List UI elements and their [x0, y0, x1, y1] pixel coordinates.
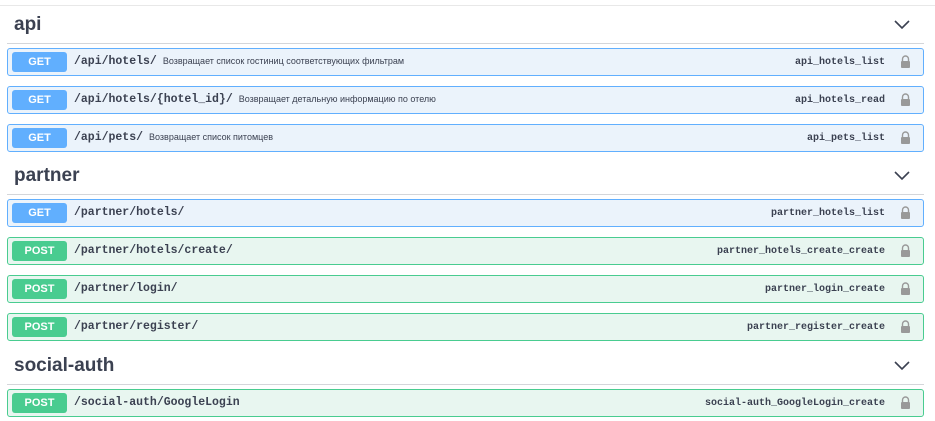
operation-id: partner_login_create [764, 284, 885, 295]
method-badge: POST [12, 317, 67, 337]
operation-path: /partner/register/ [74, 320, 199, 333]
section-social-auth: social-auth POST /social-auth/GoogleLogi… [7, 348, 924, 417]
operation-path: /partner/hotels/ [74, 206, 185, 219]
operation-partner-register-create[interactable]: POST /partner/register/ partner_register… [7, 313, 924, 341]
operation-id: partner_hotels_list [770, 208, 885, 219]
operation-path-row: /partner/hotels/ [74, 206, 184, 219]
section-title: partner [14, 165, 80, 186]
operation-api-hotels-list[interactable]: GET /api/hotels/Возвращает список гостин… [7, 48, 924, 76]
operation-id: social-auth_GoogleLogin_create [704, 398, 885, 409]
method-badge: GET [12, 52, 67, 72]
lock-icon[interactable] [900, 131, 911, 144]
operation-path-row: /api/hotels/Возвращает список гостиниц с… [74, 55, 404, 68]
operation-path: /api/hotels/ [74, 55, 157, 68]
operation-id: partner_hotels_create_create [716, 246, 885, 257]
method-badge: GET [12, 203, 67, 223]
lock-icon[interactable] [900, 320, 911, 333]
section-title: social-auth [14, 355, 115, 376]
section-title: api [14, 14, 42, 35]
lock-icon[interactable] [900, 282, 911, 295]
section-header-api[interactable]: api [7, 7, 924, 44]
lock-icon[interactable] [900, 206, 911, 219]
section-header-partner[interactable]: partner [7, 158, 924, 195]
operation-id: api_hotels_read [794, 95, 885, 106]
top-divider [0, 5, 935, 6]
operation-path: /api/hotels/{hotel_id}/ [74, 93, 233, 106]
operation-description: Возвращает детальную информацию по отелю [238, 94, 436, 104]
lock-icon[interactable] [900, 244, 911, 257]
method-badge: GET [12, 128, 67, 148]
operation-path: /api/pets/ [74, 131, 144, 144]
chevron-down-icon[interactable] [894, 361, 910, 371]
operation-path: /social-auth/GoogleLogin [74, 396, 240, 409]
lock-icon[interactable] [900, 396, 911, 409]
method-badge: POST [12, 279, 67, 299]
operation-partner-hotels-create[interactable]: POST /partner/hotels/create/ partner_hot… [7, 237, 924, 265]
chevron-down-icon[interactable] [894, 20, 910, 30]
method-badge: POST [12, 393, 67, 413]
lock-icon[interactable] [900, 93, 911, 106]
operation-path: /partner/hotels/create/ [74, 244, 233, 257]
operation-partner-hotels-list[interactable]: GET /partner/hotels/ partner_hotels_list [7, 199, 924, 227]
operation-path: /partner/login/ [74, 282, 178, 295]
operation-id: partner_register_create [746, 322, 885, 333]
chevron-down-icon[interactable] [894, 171, 910, 181]
operation-path-row: /partner/login/ [74, 282, 178, 295]
section-api: api GET /api/hotels/Возвращает список го… [7, 7, 924, 152]
operation-partner-login-create[interactable]: POST /partner/login/ partner_login_creat… [7, 275, 924, 303]
operation-description: Возвращает список питомцев [149, 132, 273, 142]
section-header-social-auth[interactable]: social-auth [7, 348, 924, 385]
method-badge: POST [12, 241, 67, 261]
operation-api-pets-list[interactable]: GET /api/pets/Возвращает список питомцев… [7, 124, 924, 152]
operation-id: api_pets_list [806, 133, 885, 144]
operation-api-hotels-read[interactable]: GET /api/hotels/{hotel_id}/ Возвращает де… [7, 86, 924, 114]
section-partner: partner GET /partner/hotels/ partner_hot… [7, 158, 924, 341]
method-badge: GET [12, 90, 67, 110]
operation-description: Возвращает список гостиниц соответствующ… [162, 56, 405, 66]
operation-path-row: /partner/hotels/create/ [74, 244, 233, 257]
operation-id: api_hotels_list [794, 57, 885, 68]
operation-social-auth-googlelogin-create[interactable]: POST /social-auth/GoogleLogin social-aut… [7, 389, 924, 417]
lock-icon[interactable] [900, 55, 911, 68]
operation-path-row: /api/hotels/{hotel_id}/ Возвращает деталь… [74, 93, 436, 106]
operation-path-row: /api/pets/Возвращает список питомцев [74, 131, 273, 144]
operation-path-row: /partner/register/ [74, 320, 198, 333]
operation-path-row: /social-auth/GoogleLogin [74, 396, 240, 409]
